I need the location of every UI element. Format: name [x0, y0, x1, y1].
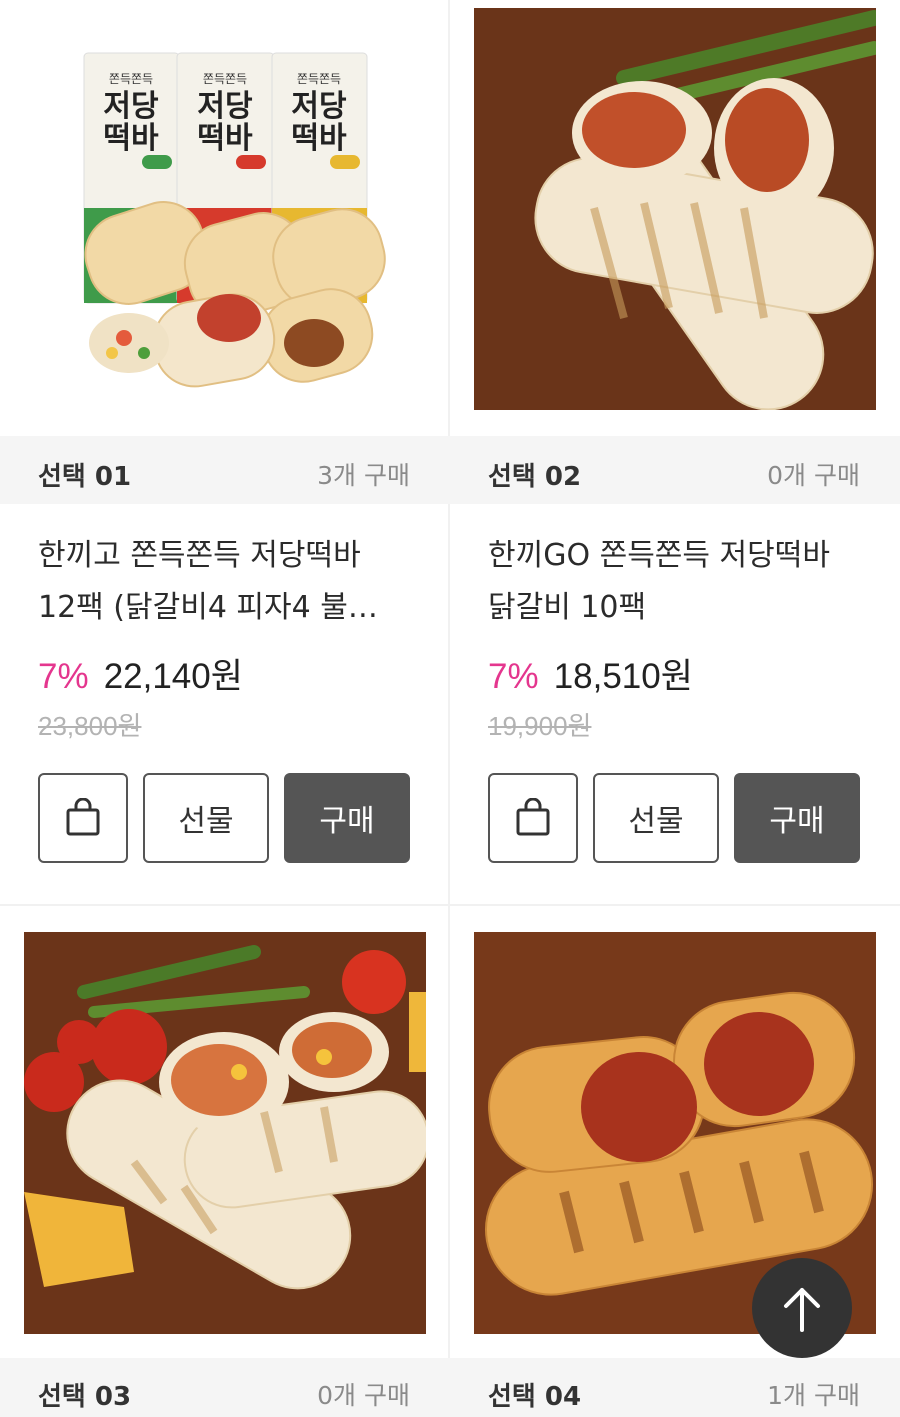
price-row: 7% 18,510원	[488, 648, 693, 696]
option-bar: 선택 04 1개 구매	[450, 1358, 900, 1417]
original-price: 19,900원	[488, 711, 592, 741]
option-label: 선택 02	[488, 462, 582, 492]
svg-text:저당: 저당	[291, 89, 347, 124]
package-illustration: 쫀득쫀득 쫀득쫀득 쫀득쫀득 저당 떡바 저당 떡바 저당 떡바	[24, 8, 426, 410]
original-price: 23,800원	[38, 711, 142, 741]
buy-button[interactable]: 구매	[734, 773, 860, 863]
option-label: 선택 03	[38, 1382, 132, 1412]
gift-button[interactable]: 선물	[143, 773, 269, 863]
product-image[interactable]	[474, 8, 876, 410]
arrow-up-icon	[784, 1288, 820, 1332]
product-grid: 쫀득쫀득 쫀득쫀득 쫀득쫀득 저당 떡바 저당 떡바 저당 떡바 선택 01 3…	[0, 0, 900, 1417]
food-photo-illustration	[24, 932, 426, 1334]
svg-text:쫀득쫀득: 쫀득쫀득	[109, 72, 153, 86]
scroll-to-top-button[interactable]	[752, 1258, 852, 1358]
shopping-bag-icon	[516, 798, 550, 836]
option-bar: 선택 01 3개 구매	[0, 436, 450, 504]
option-bar: 선택 03 0개 구매	[0, 1358, 450, 1417]
sale-price: 22,140원	[103, 657, 243, 696]
purchase-count: 0개 구매	[317, 1381, 410, 1410]
svg-text:떡바: 떡바	[197, 121, 253, 156]
purchase-count: 3개 구매	[317, 461, 410, 490]
buy-button[interactable]: 구매	[284, 773, 410, 863]
option-label: 선택 04	[488, 1382, 582, 1412]
svg-text:쫀득쫀득: 쫀득쫀득	[297, 72, 341, 86]
discount-rate: 7%	[488, 657, 539, 696]
svg-text:저당: 저당	[103, 89, 159, 124]
product-image[interactable]	[24, 932, 426, 1334]
gift-button[interactable]: 선물	[593, 773, 719, 863]
row-divider	[0, 904, 900, 906]
column-divider	[448, 0, 450, 1417]
food-photo-illustration	[474, 8, 876, 410]
svg-text:쫀득쫀득: 쫀득쫀득	[203, 72, 247, 86]
price-row: 7% 22,140원	[38, 648, 243, 696]
purchase-count: 1개 구매	[767, 1381, 860, 1410]
svg-text:저당: 저당	[197, 89, 253, 124]
svg-text:떡바: 떡바	[103, 121, 159, 156]
svg-text:떡바: 떡바	[291, 121, 347, 156]
add-to-cart-button[interactable]	[488, 773, 578, 863]
option-bar: 선택 02 0개 구매	[450, 436, 900, 504]
product-title[interactable]: 한끼고 쫀득쫀득 저당떡바 12팩 (닭갈비4 피자4 불…	[38, 530, 408, 634]
purchase-count: 0개 구매	[767, 461, 860, 490]
discount-rate: 7%	[38, 657, 89, 696]
product-image[interactable]: 쫀득쫀득 쫀득쫀득 쫀득쫀득 저당 떡바 저당 떡바 저당 떡바	[24, 8, 426, 410]
shopping-bag-icon	[66, 798, 100, 836]
product-title[interactable]: 한끼GO 쫀득쫀득 저당떡바 닭갈비 10팩	[488, 530, 858, 634]
option-label: 선택 01	[38, 462, 132, 492]
add-to-cart-button[interactable]	[38, 773, 128, 863]
sale-price: 18,510원	[553, 657, 693, 696]
